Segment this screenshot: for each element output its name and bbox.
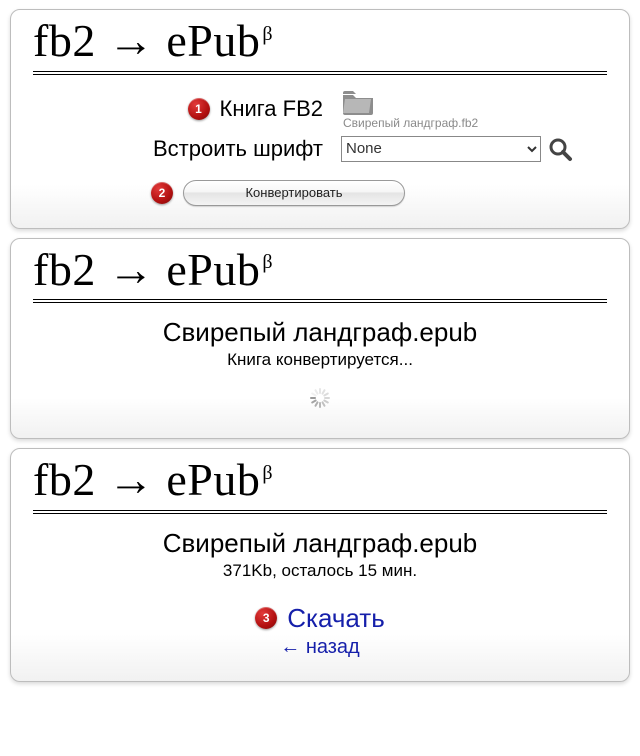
search-icon[interactable] [547,136,573,162]
title-arrow: → [108,244,155,295]
panel-step2: fb2 → ePubβ Свирепый ландграф.epub Книга… [10,238,630,440]
divider [33,299,607,303]
title-arrow: → [108,15,155,66]
title-to: ePub [166,15,260,66]
app-title: fb2 → ePubβ [33,455,607,506]
panel-step1: fb2 → ePubβ 1 Книга FB2 Свирепый ландгра… [10,9,630,229]
title-to: ePub [166,244,260,295]
output-filename: Свирепый ландграф.epub [33,528,607,559]
title-arrow: → [108,454,155,505]
app-title: fb2 → ePubβ [33,16,607,67]
back-link[interactable]: ← назад [33,636,607,659]
row-font: Встроить шрифт None [33,136,607,162]
convert-button[interactable]: Конвертировать [183,180,405,206]
row-book: 1 Книга FB2 Свирепый ландграф.fb2 [33,89,607,130]
app-title: fb2 → ePubβ [33,245,607,296]
title-beta: β [262,23,273,45]
embed-font-label: Встроить шрифт [153,136,323,162]
step-badge-2: 2 [151,182,173,204]
title-beta: β [262,251,273,273]
book-label: Книга FB2 [220,96,324,122]
file-info: 371Kb, осталось 15 мин. [33,561,607,581]
title-beta: β [262,462,273,484]
title-to: ePub [166,454,260,505]
status-text: Книга конвертируется... [33,350,607,370]
divider [33,71,607,75]
title-from: fb2 [33,244,96,295]
row-convert: 2 Конвертировать [33,180,607,206]
panel-step3: fb2 → ePubβ Свирепый ландграф.epub 371Kb… [10,448,630,682]
title-from: fb2 [33,15,96,66]
divider [33,510,607,514]
font-select[interactable]: None [341,136,541,162]
spinner-icon [308,386,332,410]
step-badge-1: 1 [188,98,210,120]
output-filename: Свирепый ландграф.epub [33,317,607,348]
folder-icon[interactable] [341,89,375,115]
selected-filename: Свирепый ландграф.fb2 [343,116,478,130]
title-from: fb2 [33,454,96,505]
step-badge-3: 3 [255,607,277,629]
download-link[interactable]: Скачать [287,603,385,634]
